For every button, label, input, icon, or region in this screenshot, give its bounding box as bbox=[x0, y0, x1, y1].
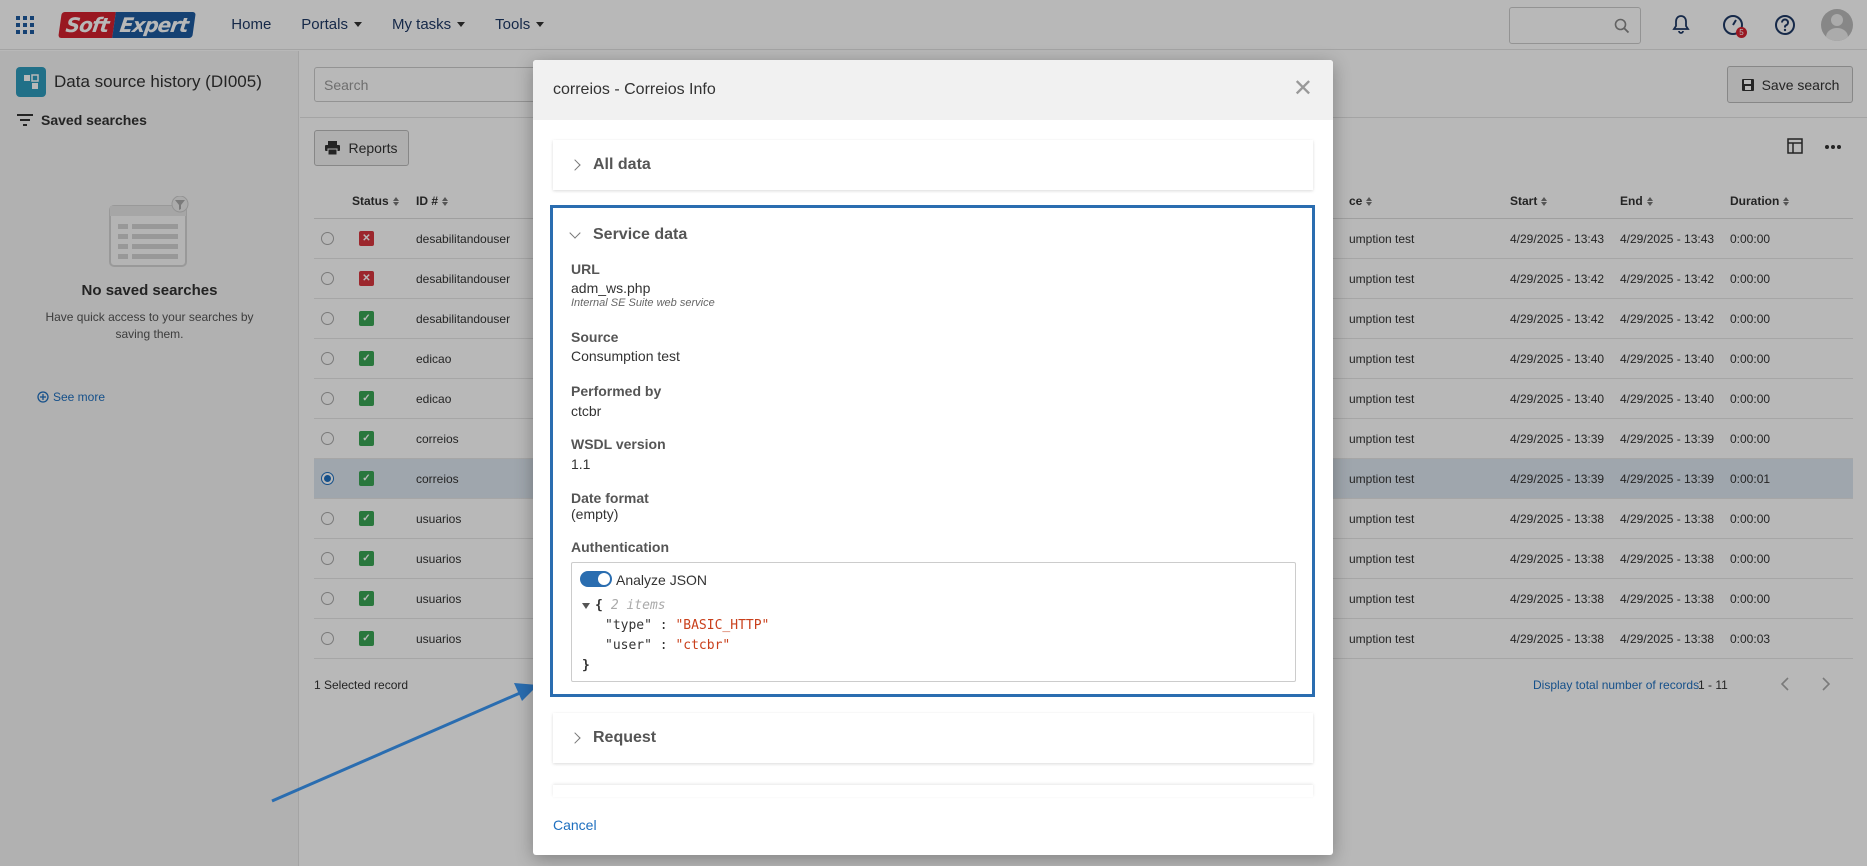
chevron-right-icon bbox=[569, 732, 581, 744]
section-request-label: Request bbox=[593, 729, 657, 746]
analyze-json-toggle[interactable] bbox=[580, 571, 612, 587]
section-all-data-label: All data bbox=[593, 156, 651, 173]
json-root-line[interactable]: {2 items bbox=[582, 596, 769, 616]
json-value: "ctcbr" bbox=[675, 638, 731, 653]
wsdl-version-label: WSDL version bbox=[571, 436, 666, 452]
json-viewer: Analyze JSON {2 items "type" : "BASIC_HT… bbox=[571, 562, 1296, 682]
date-format-value: (empty) bbox=[571, 506, 619, 522]
chevron-down-icon bbox=[569, 227, 581, 239]
section-request-header[interactable]: Request bbox=[553, 713, 1313, 763]
json-tree: {2 items "type" : "BASIC_HTTP" "user" : … bbox=[582, 596, 769, 676]
url-label: URL bbox=[571, 261, 600, 277]
performed-by-value: ctcbr bbox=[571, 403, 602, 419]
section-service-data-label: Service data bbox=[593, 226, 688, 243]
json-entry: "type" : "BASIC_HTTP" bbox=[605, 618, 770, 633]
section-service-data-header[interactable]: Service data bbox=[569, 226, 688, 244]
dialog-title: correios - Correios Info bbox=[553, 81, 716, 98]
authentication-label: Authentication bbox=[571, 539, 669, 555]
section-service-data: Service data URL adm_ws.php Internal SE … bbox=[550, 205, 1315, 697]
analyze-json-label: Analyze JSON bbox=[616, 572, 708, 588]
section-next-partial bbox=[553, 785, 1313, 797]
wsdl-version-value: 1.1 bbox=[571, 456, 591, 472]
performed-by-label: Performed by bbox=[571, 383, 662, 399]
json-value: "BASIC_HTTP" bbox=[675, 618, 770, 633]
section-request[interactable]: Request bbox=[553, 713, 1313, 763]
json-key: "type" bbox=[605, 618, 652, 633]
url-hint: Internal SE Suite web service bbox=[571, 297, 715, 309]
collapse-triangle-icon[interactable] bbox=[582, 602, 590, 609]
source-label: Source bbox=[571, 329, 619, 345]
dialog-header: correios - Correios Info ✕ bbox=[533, 60, 1333, 120]
date-format-label: Date format bbox=[571, 490, 649, 506]
json-open-brace: { bbox=[595, 598, 603, 613]
chevron-right-icon bbox=[569, 159, 581, 171]
json-entry: "user" : "ctcbr" bbox=[605, 638, 731, 653]
section-all-data-header[interactable]: All data bbox=[553, 140, 1313, 190]
source-value: Consumption test bbox=[571, 348, 680, 364]
section-all-data[interactable]: All data bbox=[553, 140, 1313, 190]
json-key: "user" bbox=[605, 638, 652, 653]
json-item-count: 2 items bbox=[610, 598, 666, 613]
url-value: adm_ws.php bbox=[571, 280, 651, 296]
json-close-brace: } bbox=[582, 658, 590, 673]
cancel-button[interactable]: Cancel bbox=[553, 817, 597, 833]
record-detail-dialog: correios - Correios Info ✕ All data Serv… bbox=[533, 60, 1333, 855]
close-icon[interactable]: ✕ bbox=[1293, 77, 1313, 101]
